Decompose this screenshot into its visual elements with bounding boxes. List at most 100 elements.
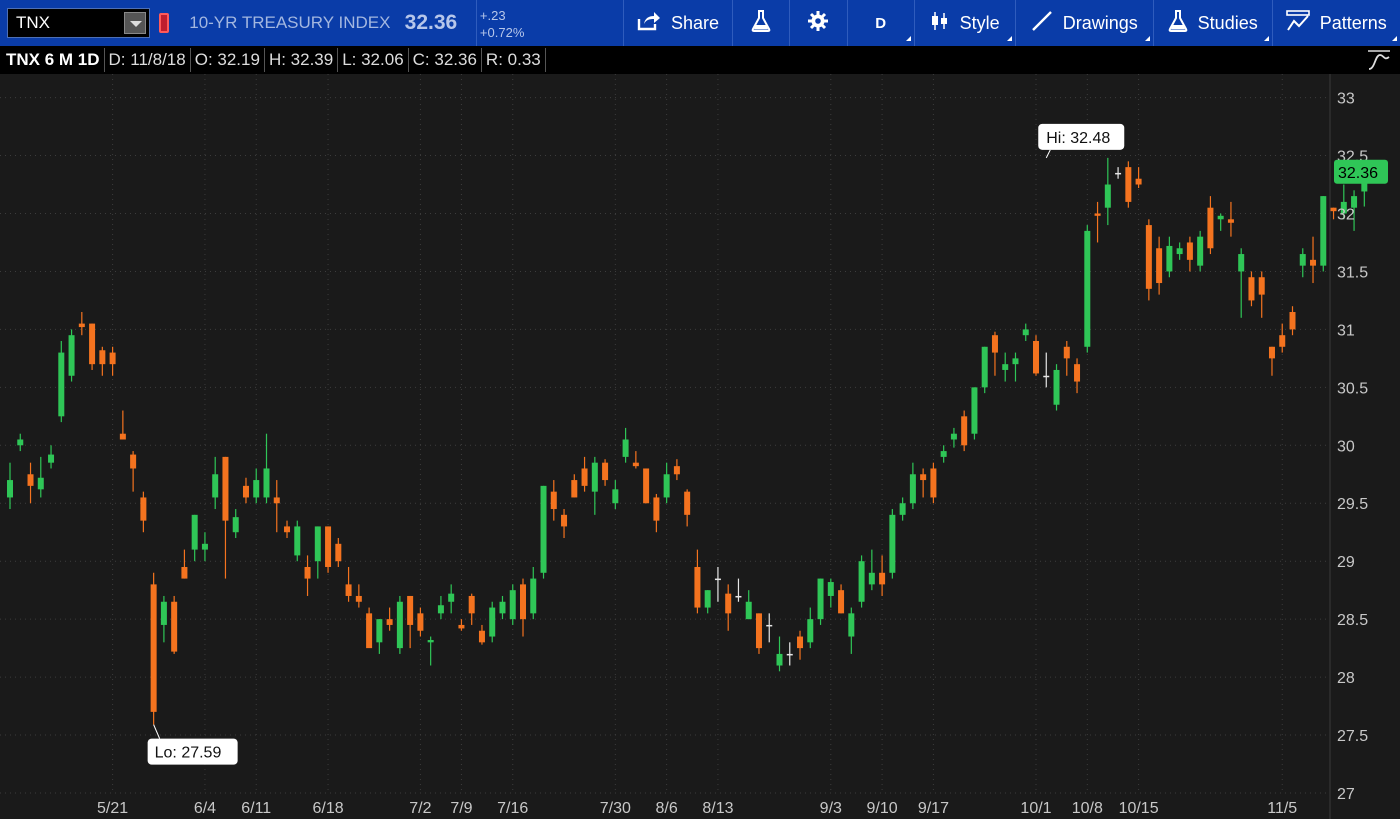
date-tick-label: 10/1 — [1020, 800, 1051, 817]
candle-body — [304, 566, 311, 579]
candle-body — [1043, 375, 1050, 378]
candle-body — [489, 607, 496, 637]
price-tick-label: 30 — [1337, 438, 1355, 455]
candle — [119, 410, 126, 440]
info-date: D: 11/8/18 — [105, 48, 191, 72]
candle — [1094, 201, 1101, 243]
price-chart[interactable]: 3332.53231.53130.53029.52928.52827.527 5… — [0, 74, 1400, 819]
candle — [971, 387, 978, 440]
candle-body — [89, 323, 96, 365]
candle-body — [643, 468, 650, 504]
candle — [1135, 167, 1142, 188]
candle — [745, 590, 752, 620]
candle — [550, 480, 557, 521]
candle-body — [181, 566, 188, 579]
candle-body — [961, 416, 968, 446]
candle-body — [468, 595, 475, 614]
candle-body — [684, 491, 691, 515]
date-axis: 5/21 6/4 6/11 6/18 7/2 7/9 7/16 7/30 8/6 8/13 9/3 9… — [97, 800, 1297, 817]
candle — [786, 642, 793, 666]
candle-body — [571, 480, 578, 498]
period-label: D — [875, 14, 887, 32]
candle-body — [735, 595, 742, 598]
candle — [950, 427, 957, 448]
candle-body — [1053, 369, 1060, 405]
candle — [7, 462, 13, 510]
candle-body — [273, 497, 280, 504]
last-price: 32.36 — [404, 11, 458, 34]
candle — [37, 456, 44, 498]
candle-body — [704, 590, 711, 608]
candle-body — [335, 543, 342, 562]
candle-body — [1320, 196, 1327, 266]
studies-button[interactable]: Studies — [1152, 0, 1272, 46]
candle — [827, 578, 834, 608]
candle-body — [1279, 335, 1286, 347]
share-button[interactable]: Share — [623, 0, 732, 46]
candle-body — [37, 477, 44, 490]
candle — [1197, 230, 1204, 272]
date-tick-label: 5/21 — [97, 800, 128, 817]
candle-body — [7, 480, 13, 498]
date-tick-label: 8/6 — [656, 800, 678, 817]
drawings-label: Drawings — [1062, 12, 1138, 33]
candle-body — [714, 578, 721, 581]
candle-body — [1022, 329, 1029, 336]
candle — [58, 340, 65, 423]
candle — [1310, 236, 1317, 284]
candle-body — [930, 468, 937, 498]
candle-body — [940, 451, 947, 457]
candle — [1166, 236, 1173, 278]
symbol-input[interactable] — [8, 9, 126, 37]
link-color-icon[interactable] — [159, 13, 170, 33]
candle-body — [366, 613, 373, 649]
candle-body — [58, 352, 65, 417]
candle-body — [673, 466, 680, 475]
candle-body — [171, 601, 178, 652]
candle — [150, 572, 157, 725]
chart-settings-button[interactable] — [789, 0, 846, 46]
flexible-grid-button[interactable] — [731, 0, 789, 46]
candle — [222, 456, 229, 579]
candle — [612, 480, 619, 510]
candle-body — [909, 474, 916, 504]
candle — [1104, 157, 1111, 226]
candle — [478, 624, 485, 645]
candle — [171, 595, 178, 654]
candle-body — [776, 653, 783, 666]
candle — [489, 601, 496, 643]
candle — [602, 459, 609, 486]
info-low: L: 32.06 — [338, 48, 409, 72]
candle-body — [950, 433, 957, 440]
candle — [1156, 236, 1163, 295]
candle-body — [1002, 364, 1009, 370]
price-axis-toggle-icon[interactable] — [1366, 48, 1392, 72]
candle-body — [1033, 340, 1039, 374]
candle — [694, 549, 701, 614]
candle — [1238, 248, 1245, 318]
candle-body — [99, 350, 106, 365]
candle — [591, 456, 598, 515]
studies-flask-icon — [1168, 9, 1188, 37]
candle-body — [612, 489, 619, 504]
candle-body — [1197, 236, 1204, 266]
aggregation-period-button[interactable]: D — [846, 0, 914, 46]
drawings-button[interactable]: Drawings — [1014, 0, 1153, 46]
candle-body — [838, 590, 845, 614]
candle — [653, 493, 660, 533]
candle — [468, 593, 475, 625]
studies-label: Studies — [1197, 12, 1258, 33]
symbol-selector[interactable] — [7, 8, 151, 38]
candle — [838, 584, 845, 614]
candle-body — [458, 624, 465, 629]
price-tick-label: 27 — [1337, 786, 1355, 803]
style-button[interactable]: Style — [913, 0, 1015, 46]
candle — [899, 497, 906, 521]
date-tick-label: 7/9 — [450, 800, 472, 817]
price-change-percent: +0.72% — [479, 25, 525, 40]
share-icon — [637, 11, 661, 36]
chart-info-bar: TNX 6 M 1D D: 11/8/18 O: 32.19 H: 32.39 … — [0, 46, 1400, 74]
candle — [376, 619, 383, 654]
symbol-dropdown-button[interactable] — [124, 12, 147, 34]
patterns-button[interactable]: Patterns — [1271, 0, 1400, 46]
